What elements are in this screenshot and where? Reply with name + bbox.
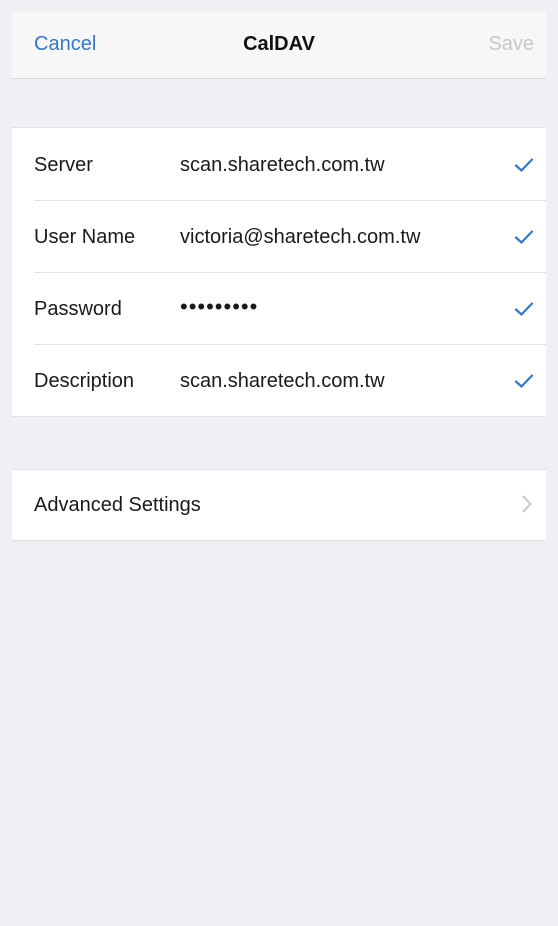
server-input[interactable]: scan.sharetech.com.tw	[180, 154, 385, 177]
caldav-screen: Cancel CalDAV Save Server scan.sharetech…	[12, 12, 546, 926]
chevron-right-icon	[522, 495, 532, 513]
password-row[interactable]: Password •••••••••	[12, 272, 546, 344]
description-label: Description	[34, 370, 135, 392]
password-label: Password	[34, 298, 122, 320]
user-name-label: User Name	[34, 226, 136, 248]
save-button[interactable]: Save	[488, 33, 534, 56]
checkmark-icon	[514, 374, 534, 388]
user-name-input[interactable]: victoria@sharetech.com.tw	[180, 226, 420, 249]
server-label: Server	[34, 154, 93, 176]
account-fields-group: Server scan.sharetech.com.tw User Name v…	[12, 127, 546, 417]
description-input[interactable]: scan.sharetech.com.tw	[180, 370, 385, 393]
checkmark-icon	[514, 302, 534, 316]
user-name-row[interactable]: User Name victoria@sharetech.com.tw	[12, 200, 546, 272]
password-input[interactable]: •••••••••	[180, 294, 258, 320]
advanced-group: Advanced Settings	[12, 469, 546, 541]
advanced-settings-label: Advanced Settings	[34, 494, 201, 516]
navigation-bar: Cancel CalDAV Save	[12, 12, 546, 79]
description-row[interactable]: Description scan.sharetech.com.tw	[12, 344, 546, 416]
checkmark-icon	[514, 158, 534, 172]
page-title: CalDAV	[243, 33, 315, 55]
checkmark-icon	[514, 230, 534, 244]
advanced-settings-row[interactable]: Advanced Settings	[12, 470, 546, 540]
server-row[interactable]: Server scan.sharetech.com.tw	[12, 128, 546, 200]
